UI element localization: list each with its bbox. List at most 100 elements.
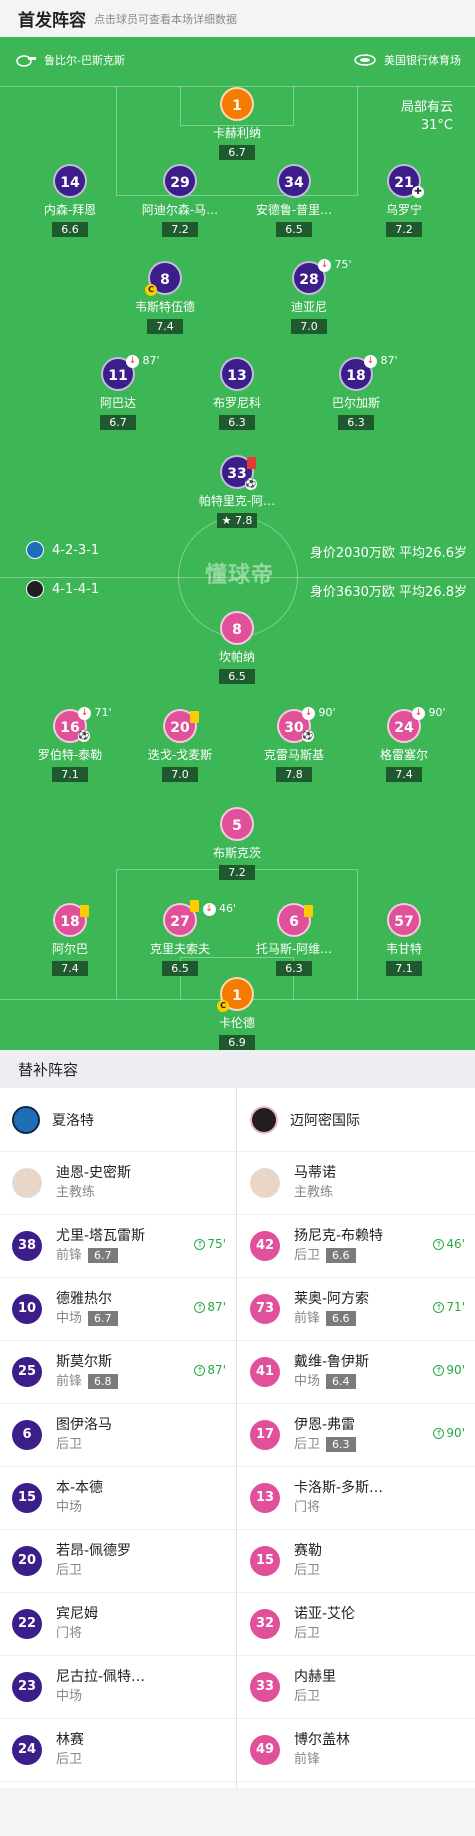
subs-header: 替补阵容 (0, 1050, 475, 1088)
away-coach-row[interactable]: 马蒂诺 主教练 (238, 1152, 475, 1215)
sub-in-event: ↑ 75' (194, 1237, 226, 1251)
sub-in-icon: ↑ (433, 1427, 445, 1439)
stadium-icon (354, 54, 376, 66)
sub-player-row[interactable]: 32 诺亚-艾伦 后卫 (238, 1593, 475, 1656)
sub-off-icon: ↓ (412, 706, 425, 720)
sub-name: 德雅热尔 (56, 1291, 112, 1307)
away-player-6[interactable]: 6 托马斯-阿维… 6.3 (244, 903, 344, 976)
sub-player-row[interactable]: 41 戴维-鲁伊斯 中场 6.4 ↑ 90' (238, 1341, 475, 1404)
away-team-row[interactable]: 迈阿密国际 (238, 1088, 475, 1152)
sub-position: 门将 (56, 1626, 83, 1641)
away-player-57[interactable]: 57 韦甘特 7.1 (354, 903, 454, 976)
sub-player-row[interactable]: 10 德雅热尔 中场 6.7 ↑ 87' (0, 1278, 236, 1341)
sub-player-row[interactable]: 73 莱奥-阿方索 前锋 6.6 ↑ 71' (238, 1278, 475, 1341)
sub-name: 赛勒 (294, 1543, 322, 1559)
sub-player-row[interactable]: 24 林赛 后卫 (0, 1719, 236, 1782)
subs-panel: 夏洛特 迪恩-史密斯 主教练 38 尤里-塔瓦雷斯 前锋 6.7 ↑ 75' 10 … (0, 1088, 475, 1788)
sub-player-row[interactable]: 22 宾尼姆 门将 (0, 1593, 236, 1656)
yellow-card-icon (190, 711, 199, 723)
referee-info: 鲁比尔-巴斯克斯 (16, 52, 125, 68)
sub-in-event: ↑ 71' (433, 1300, 465, 1314)
sub-rating: 6.8 (88, 1374, 118, 1389)
away-player-20[interactable]: 20 迭戈-戈麦斯 7.0 (130, 709, 230, 782)
yellow-card-icon (80, 905, 89, 917)
home-player-1[interactable]: 1 卡赫利纳 6.7 (187, 87, 287, 160)
sub-off-event: ↓ 71' (78, 706, 112, 720)
sub-in-event: ↑ 90' (433, 1363, 465, 1377)
sub-number: 33 (250, 1672, 280, 1702)
sub-player-row[interactable]: 42 扬尼克-布赖特 后卫 6.6 ↑ 46' (238, 1215, 475, 1278)
home-player-13[interactable]: 13 布罗尼科 6.3 (187, 357, 287, 430)
rating-value: 7.8 (234, 514, 253, 527)
sub-player-row[interactable]: 6 图伊洛马 后卫 (0, 1404, 236, 1467)
sub-name: 斯莫尔斯 (56, 1354, 112, 1370)
home-subs-column: 夏洛特 迪恩-史密斯 主教练 38 尤里-塔瓦雷斯 前锋 6.7 ↑ 75' 10 … (0, 1088, 237, 1788)
away-team-value: 身价3630万欧 平均26.8岁 (309, 585, 467, 600)
sub-player-row[interactable]: 13 卡洛斯-多斯… 门将 (238, 1467, 475, 1530)
player-number: 29 (163, 164, 197, 198)
player-name: 阿迪尔森-马… (141, 203, 219, 217)
sub-name: 若昂-佩德罗 (56, 1543, 132, 1559)
sub-number: 10 (12, 1294, 42, 1324)
away-player-8[interactable]: 8 坎帕纳 6.5 (187, 611, 287, 684)
sub-number: 49 (250, 1735, 280, 1765)
goal-icon: ⚽ (245, 478, 257, 490)
sub-rating: 6.4 (326, 1374, 356, 1389)
sub-player-row[interactable]: 33 内赫里 后卫 (238, 1656, 475, 1719)
sub-player-row[interactable]: 17 伊恩-弗雷 后卫 6.3 ↑ 90' (238, 1404, 475, 1467)
player-rating: 6.3 (219, 415, 255, 430)
sub-rating: 6.7 (88, 1311, 118, 1326)
player-rating: 6.5 (276, 222, 312, 237)
player-name: 迪亚尼 (290, 300, 327, 314)
sub-name: 扬尼克-布赖特 (294, 1228, 384, 1244)
sub-player-row[interactable]: 15 赛勒 后卫 (238, 1530, 475, 1593)
sub-name: 内赫里 (294, 1669, 336, 1685)
home-player-28[interactable]: 28 迪亚尼 7.0 (259, 261, 359, 334)
away-team-logo-icon (250, 1105, 278, 1134)
coach-avatar (12, 1168, 42, 1198)
away-player-24[interactable]: 24 格雷塞尔 7.4 (354, 709, 454, 782)
home-player-34[interactable]: 34 安德鲁-普里… 6.5 (244, 164, 344, 237)
sub-player-row[interactable]: 38 尤里-塔瓦雷斯 前锋 6.7 ↑ 75' (0, 1215, 236, 1278)
home-player-14[interactable]: 14 内森-拜恩 6.6 (20, 164, 120, 237)
sub-player-row[interactable]: 15 本-本德 中场 (0, 1467, 236, 1530)
sub-position: 门将 (294, 1500, 321, 1515)
page-title: 首发阵容 (18, 11, 86, 31)
sub-number: 15 (250, 1546, 280, 1576)
home-player-29[interactable]: 29 阿迪尔森-马… 7.2 (130, 164, 230, 237)
sub-number: 23 (12, 1672, 42, 1702)
page-subtitle: 点击球员可查看本场详细数据 (94, 12, 237, 26)
player-rating: 7.0 (162, 767, 198, 782)
sub-player-row[interactable]: 23 尼古拉-佩特… 中场 (0, 1656, 236, 1719)
away-player-30[interactable]: 30 克雷马斯基 7.8 (244, 709, 344, 782)
sub-number: 24 (12, 1735, 42, 1765)
sub-player-row[interactable]: 49 博尔盖林 前锋 (238, 1719, 475, 1782)
player-name: 罗伯特-泰勒 (37, 748, 103, 762)
player-name: 巴尔加斯 (331, 396, 380, 410)
sub-number: 6 (12, 1420, 42, 1450)
home-player-21[interactable]: 21 乌罗宁 7.2 (354, 164, 454, 237)
sub-player-row[interactable]: 20 若昂-佩德罗 后卫 (0, 1530, 236, 1593)
referee-name: 鲁比尔-巴斯克斯 (44, 54, 125, 67)
yellow-card-icon (304, 905, 313, 917)
away-player-1[interactable]: 1 卡伦德 6.9 (187, 977, 287, 1050)
home-team-value: 身价2030万欧 平均26.6岁 (309, 546, 467, 561)
home-player-8[interactable]: 8 韦斯特伍德 7.4 (115, 261, 215, 334)
sub-player-row[interactable]: 25 斯莫尔斯 前锋 6.8 ↑ 87' (0, 1341, 236, 1404)
home-team-row[interactable]: 夏洛特 (0, 1088, 236, 1152)
sub-name: 本-本德 (56, 1480, 104, 1496)
away-player-18[interactable]: 18 阿尔巴 7.4 (20, 903, 120, 976)
sub-position: 前锋 (294, 1311, 321, 1326)
sub-name: 图伊洛马 (56, 1417, 112, 1433)
sub-in-event: ↑ 87' (194, 1300, 226, 1314)
away-player-5[interactable]: 5 布斯克茨 7.2 (187, 807, 287, 880)
sub-name: 卡洛斯-多斯… (294, 1480, 384, 1496)
home-player-11[interactable]: 11 阿巴达 6.7 (68, 357, 168, 430)
home-player-18[interactable]: 18 巴尔加斯 6.3 (306, 357, 406, 430)
home-coach-row[interactable]: 迪恩-史密斯 主教练 (0, 1152, 236, 1215)
away-player-16[interactable]: 16 罗伯特-泰勒 7.1 (20, 709, 120, 782)
player-name: 布斯克茨 (212, 846, 261, 860)
sub-in-time: 90' (446, 1426, 465, 1440)
sub-in-event: ↑ 46' (433, 1237, 465, 1251)
home-player-33[interactable]: 33 帕特里克-阿… ★ 7.8 (187, 455, 287, 528)
